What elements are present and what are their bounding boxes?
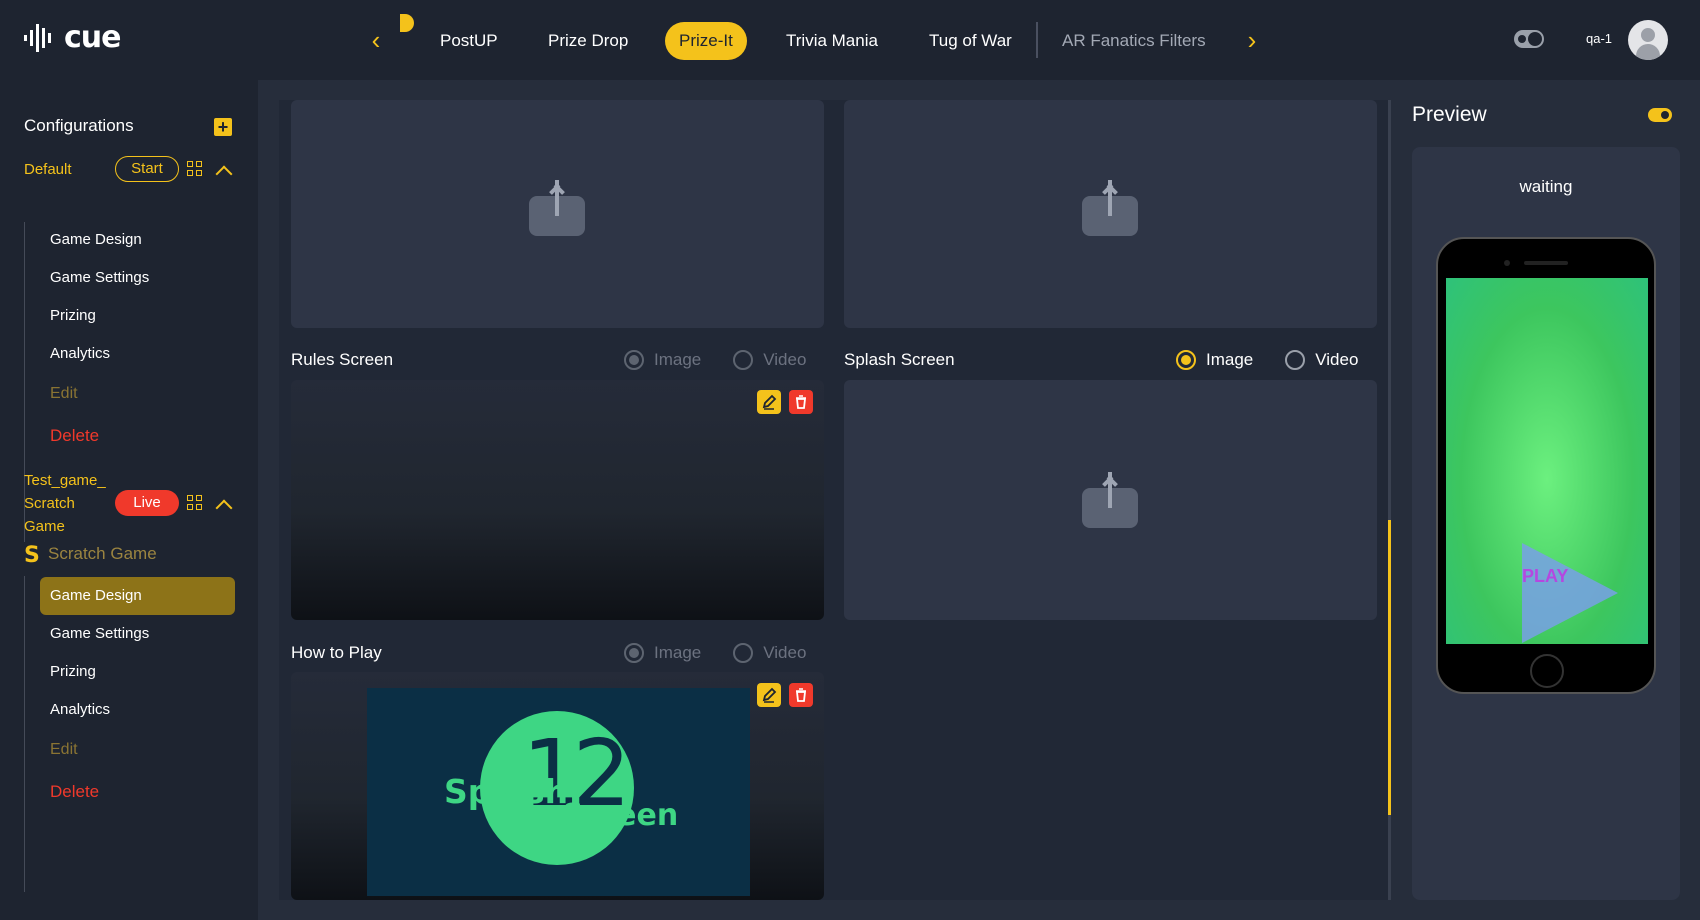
tab-trivia-mania[interactable]: Trivia Mania bbox=[772, 22, 892, 60]
sidebar-item-game-settings[interactable]: Game Settings bbox=[40, 615, 235, 653]
delete-button[interactable] bbox=[789, 683, 813, 707]
play-label: PLAY bbox=[1522, 566, 1569, 586]
radio-video[interactable] bbox=[733, 350, 754, 370]
tab-tug-of-war[interactable]: Tug of War bbox=[915, 22, 1026, 60]
sidebar-title: Configurations bbox=[24, 116, 134, 135]
sidebar-item-delete[interactable]: Delete bbox=[40, 773, 235, 811]
start-button[interactable]: Start bbox=[115, 156, 179, 182]
splash-screen-image: 12 Splash Screen bbox=[367, 688, 750, 896]
sidebar-item-edit[interactable]: Edit bbox=[40, 731, 235, 769]
upload-dropzone[interactable] bbox=[291, 100, 824, 328]
tab-postup[interactable]: PostUP bbox=[426, 22, 512, 60]
rules-media-type: Image Video bbox=[624, 350, 806, 370]
plus-icon: + bbox=[217, 117, 229, 137]
chevron-left-icon: ‹ bbox=[371, 25, 381, 55]
nav-prev-button[interactable]: ‹ bbox=[362, 24, 390, 56]
delete-button[interactable] bbox=[789, 390, 813, 414]
collapse-chevron-icon[interactable] bbox=[215, 165, 233, 183]
trash-icon bbox=[795, 688, 807, 702]
tree-line bbox=[24, 576, 25, 892]
user-name: qa-1 bbox=[1586, 31, 1613, 46]
edit-button[interactable] bbox=[757, 683, 781, 707]
rules-screen-preview bbox=[291, 380, 824, 620]
scrollbar-thumb[interactable] bbox=[1388, 520, 1391, 815]
splash-image-text: Screen bbox=[562, 798, 679, 833]
pencil-icon bbox=[762, 687, 777, 703]
nav-next-button[interactable]: › bbox=[1238, 24, 1266, 56]
edit-button[interactable] bbox=[757, 390, 781, 414]
user-avatar[interactable] bbox=[1628, 20, 1668, 60]
qr-code-icon[interactable] bbox=[187, 495, 203, 511]
splash-upload-dropzone[interactable] bbox=[844, 380, 1377, 620]
tab-ar-fanatics-filters[interactable]: AR Fanatics Filters bbox=[1048, 22, 1220, 60]
top-bar: cue ‹ PostUP Prize Drop Prize-It Trivia … bbox=[0, 0, 1700, 80]
tab-prize-drop[interactable]: Prize Drop bbox=[534, 22, 642, 60]
sidebar: Configurations + Default Start Game Desi… bbox=[0, 80, 258, 920]
sidebar-item-game-design-active[interactable]: Game Design bbox=[40, 577, 235, 615]
radio-video[interactable] bbox=[1285, 350, 1306, 370]
sidebar-item-game-design[interactable]: Game Design bbox=[40, 221, 235, 259]
tab-prize-it[interactable]: Prize-It bbox=[665, 22, 747, 60]
sidebar-item-game-settings[interactable]: Game Settings bbox=[40, 259, 235, 297]
upload-dropzone[interactable] bbox=[844, 100, 1377, 328]
play-icon bbox=[1522, 543, 1618, 643]
config-name-test-game[interactable]: Test_game_ Scratch Game bbox=[24, 469, 106, 538]
sidebar-item-prizing[interactable]: Prizing bbox=[40, 297, 235, 335]
sidebar-item-delete[interactable]: Delete bbox=[40, 417, 235, 455]
sidebar-item-prizing[interactable]: Prizing bbox=[40, 653, 235, 691]
config-name-default[interactable]: Default bbox=[24, 158, 72, 181]
phone-screen: PLAY bbox=[1446, 278, 1648, 644]
phone-mockup: PLAY bbox=[1436, 237, 1656, 694]
game-type-label: Scratch Game bbox=[48, 544, 157, 563]
how-to-play-label: How to Play bbox=[291, 643, 382, 662]
add-configuration-button[interactable]: + bbox=[214, 118, 232, 136]
preview-title: Preview bbox=[1412, 103, 1487, 126]
radio-video[interactable] bbox=[733, 643, 754, 663]
sidebar-item-edit[interactable]: Edit bbox=[40, 375, 235, 413]
sidebar-item-analytics[interactable]: Analytics bbox=[40, 335, 235, 373]
upload-icon bbox=[529, 180, 585, 236]
radio-image[interactable] bbox=[624, 643, 644, 663]
soundwave-icon bbox=[24, 23, 51, 52]
howto-media-type: Image Video bbox=[624, 643, 806, 663]
half-moon-icon bbox=[400, 14, 414, 32]
trash-icon bbox=[795, 395, 807, 409]
upload-icon bbox=[1082, 180, 1138, 236]
home-button-icon bbox=[1530, 654, 1564, 688]
sidebar-item-analytics[interactable]: Analytics bbox=[40, 691, 235, 729]
preview-panel: waiting PLAY bbox=[1412, 147, 1680, 900]
theme-toggle[interactable] bbox=[1514, 30, 1544, 48]
user-icon bbox=[1641, 28, 1655, 42]
collapse-chevron-icon[interactable] bbox=[215, 499, 233, 517]
upload-icon bbox=[1082, 472, 1138, 528]
splash-image-text: Splash bbox=[444, 772, 569, 811]
radio-image[interactable] bbox=[624, 350, 644, 370]
chevron-right-icon: › bbox=[1247, 25, 1257, 55]
preview-status: waiting bbox=[1519, 177, 1573, 196]
pencil-icon bbox=[762, 394, 777, 410]
scratch-game-icon: S bbox=[24, 543, 40, 568]
cue-logo[interactable]: cue bbox=[24, 20, 121, 55]
nav-divider bbox=[1036, 22, 1038, 58]
preview-toggle[interactable] bbox=[1648, 108, 1672, 122]
live-badge[interactable]: Live bbox=[115, 490, 179, 516]
radio-image[interactable] bbox=[1176, 350, 1196, 370]
splash-screen-label: Splash Screen bbox=[844, 350, 955, 369]
rules-screen-label: Rules Screen bbox=[291, 350, 394, 369]
splash-media-type: Image Video bbox=[1176, 350, 1358, 370]
logo-text: cue bbox=[64, 20, 121, 55]
qr-code-icon[interactable] bbox=[187, 161, 203, 177]
